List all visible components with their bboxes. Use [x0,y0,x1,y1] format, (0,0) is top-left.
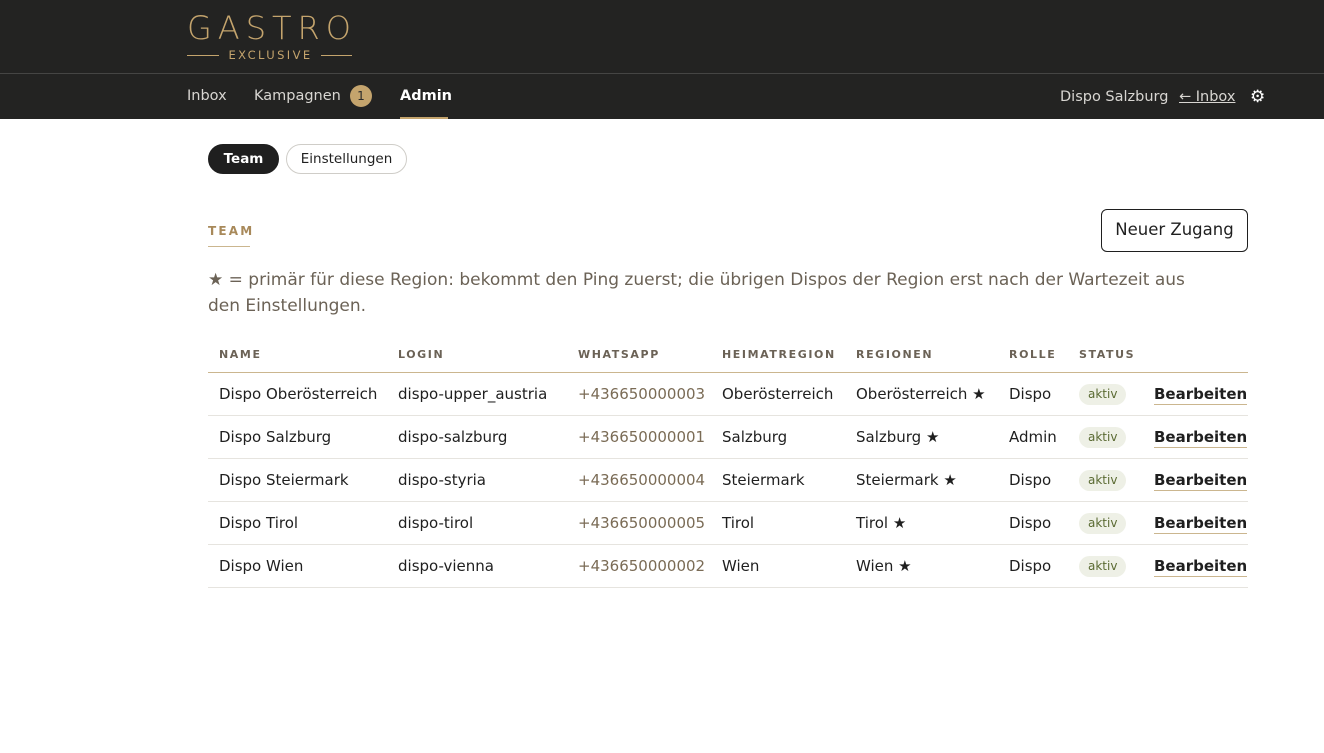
cell-login: dispo-salzburg [398,428,508,446]
back-to-inbox-link[interactable]: ← Inbox [1179,88,1235,106]
new-access-button[interactable]: Neuer Zugang [1101,209,1248,252]
edit-link[interactable]: Bearbeiten [1154,385,1248,405]
edit-link[interactable]: Bearbeiten [1154,428,1248,448]
current-user-label: Dispo Salzburg [1060,89,1169,105]
cell-rolle: Dispo [1009,385,1052,403]
column-header-whatsapp: WHATSAPP [578,348,660,361]
table-row: Dispo Tirol dispo-tirol +436650000005 Ti… [208,502,1248,545]
cell-whatsapp: +436650000002 [578,557,706,575]
cell-heimatregion: Wien [722,557,760,575]
column-header-rolle: ROLLE [1009,348,1057,361]
cell-name: Dispo Steiermark [219,471,349,489]
brand-tagline-row: EXCLUSIVE [187,48,353,62]
nav-admin[interactable]: Admin [400,87,452,105]
nav-inbox[interactable]: Inbox [187,87,227,105]
column-header-login: LOGIN [398,348,445,361]
cell-login: dispo-styria [398,471,486,489]
cell-name: Dispo Oberösterreich [219,385,378,403]
cell-regionen: Steiermark ★ [856,471,957,489]
table-row: Dispo Steiermark dispo-styria +436650000… [208,459,1248,502]
cell-login: dispo-upper_austria [398,385,548,403]
status-badge: aktiv [1079,513,1127,534]
table-row: Dispo Oberösterreich dispo-upper_austria… [208,373,1248,416]
cell-heimatregion: Steiermark [722,471,805,489]
table-row: Dispo Wien dispo-vienna +436650000002 Wi… [208,545,1248,588]
cell-login: dispo-tirol [398,514,474,532]
cell-name: Dispo Salzburg [219,428,332,446]
table-row: Dispo Salzburg dispo-salzburg +436650000… [208,416,1248,459]
cell-regionen: Oberösterreich ★ [856,385,986,403]
status-badge: aktiv [1079,427,1127,448]
cell-rolle: Dispo [1009,514,1052,532]
brand-tagline: EXCLUSIVE [228,48,313,62]
column-header-heimatregion: HEIMATREGION [722,348,836,361]
main-nav: Inbox Kampagnen 1 Admin Dispo Salzburg ←… [0,73,1324,119]
tagline-divider-left [187,54,219,56]
cell-rolle: Dispo [1009,471,1052,489]
cell-whatsapp: +436650000001 [578,428,706,446]
cell-name: Dispo Tirol [219,514,299,532]
edit-link[interactable]: Bearbeiten [1154,471,1248,491]
cell-heimatregion: Tirol [722,514,755,532]
top-header: GASTRO EXCLUSIVE [0,0,1324,73]
cell-whatsapp: +436650000005 [578,514,706,532]
cell-regionen: Wien ★ [856,557,912,575]
cell-rolle: Dispo [1009,557,1052,575]
tab-team[interactable]: Team [208,144,279,174]
gear-icon[interactable]: ⚙ [1250,87,1265,107]
tab-einstellungen[interactable]: Einstellungen [286,144,407,174]
cell-heimatregion: Salzburg [722,428,788,446]
cell-whatsapp: +436650000004 [578,471,706,489]
brand-name: GASTRO [187,9,357,47]
edit-link[interactable]: Bearbeiten [1154,557,1248,577]
cell-regionen: Salzburg ★ [856,428,940,446]
cell-login: dispo-vienna [398,557,494,575]
section-title: TEAM [208,224,255,238]
status-badge: aktiv [1079,384,1127,405]
cell-rolle: Admin [1009,428,1057,446]
status-badge: aktiv [1079,470,1127,491]
edit-link[interactable]: Bearbeiten [1154,514,1248,534]
status-badge: aktiv [1079,556,1127,577]
primary-region-hint: ★ = primär für diese Region: bekommt den… [208,270,1185,316]
nav-active-indicator [400,117,448,119]
tagline-divider-right [320,54,353,56]
cell-regionen: Tirol ★ [856,514,907,532]
cell-name: Dispo Wien [219,557,304,575]
column-header-regionen: REGIONEN [856,348,934,361]
brand-logo[interactable]: GASTRO EXCLUSIVE [187,9,357,69]
cell-heimatregion: Oberösterreich [722,385,834,403]
cell-whatsapp: +436650000003 [578,385,706,403]
column-header-name: NAME [219,348,262,361]
kampagnen-count-badge: 1 [350,85,372,107]
section-title-underline [208,246,250,247]
column-header-status: STATUS [1079,348,1136,361]
nav-kampagnen[interactable]: Kampagnen [254,87,341,105]
